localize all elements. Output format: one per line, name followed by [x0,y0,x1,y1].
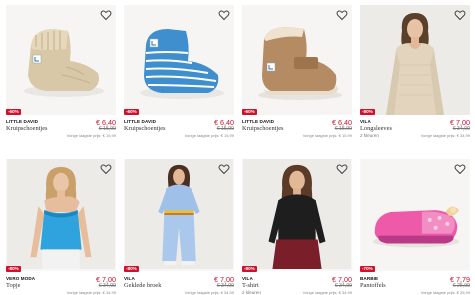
product-name: Longsleeves [360,125,392,132]
product-card[interactable]: -80% VILA Longsleeves 2 kleuren € 7,00 €… [360,5,470,145]
product-previous-price: Vorige laagste prijs: € 15,99 [66,132,116,138]
product-old-price: € 34,99 [452,126,470,132]
product-old-price: € 15,99 [334,126,352,132]
product-card[interactable]: -60% LITTLE DAVID Kruipschoentjes € 6,40… [124,5,234,145]
product-colors: 2 kleuren [242,289,261,295]
heart-outline-icon[interactable] [100,9,112,21]
product-previous-price: Vorige laagste prijs: € 34,99 [66,289,116,295]
product-image[interactable] [6,159,116,271]
product-old-price: € 15,99 [98,126,116,132]
discount-badge: -80% [6,266,21,272]
product-previous-price: Vorige laagste prijs: € 15,99 [184,132,234,138]
product-previous-price: Vorige laagste prijs: € 15,99 [302,132,352,138]
product-card[interactable]: -60% LITTLE DAVID Kruipschoentjes € 6,40… [242,5,352,145]
heart-outline-icon[interactable] [218,163,230,175]
product-old-price: € 15,99 [216,126,234,132]
product-image[interactable] [360,5,470,115]
product-info[interactable]: VILA T-shirt 2 kleuren € 7,00 € 34,99 Vo… [242,275,352,295]
product-brand: LITTLE DAVID [124,119,156,124]
product-name: T-shirt [242,282,259,289]
product-brand: VERO MODA [6,276,36,281]
product-name: Geklede broek [124,282,162,289]
product-old-price: € 25,99 [452,283,470,289]
product-name: Kruipschoentjes [242,125,284,132]
heart-outline-icon[interactable] [100,163,112,175]
product-info[interactable]: LITTLE DAVID Kruipschoentjes € 6,40 € 15… [242,118,352,146]
product-card[interactable]: -60% LITTLE DAVID Kruipschoentjes € 6,40… [6,5,116,145]
heart-outline-icon[interactable] [454,163,466,175]
heart-outline-icon[interactable] [336,9,348,21]
product-image[interactable] [6,5,116,115]
product-card[interactable]: -80% VILA T-shirt 2 kleuren € 7,00 € 34,… [242,159,352,295]
product-previous-price: Vorige laagste prijs: € 25,99 [420,289,470,295]
product-previous-price: Vorige laagste prijs: € 34,99 [184,289,234,295]
product-info[interactable]: LITTLE DAVID Kruipschoentjes € 6,40 € 15… [6,118,116,146]
heart-outline-icon[interactable] [454,9,466,21]
product-card[interactable]: -70% BARBIE Pantoffels € 7,79 € 25,99 Vo… [360,159,470,295]
product-grid: -60% LITTLE DAVID Kruipschoentjes € 6,40… [6,5,470,295]
product-colors: 2 kleuren [360,132,379,138]
discount-badge: -60% [242,109,257,115]
product-name: Kruipschoentjes [6,125,48,132]
product-image[interactable] [124,159,234,271]
product-old-price: € 34,99 [216,283,234,289]
product-brand: VILA [242,276,253,281]
discount-badge: -60% [6,109,21,115]
discount-badge: -70% [360,266,375,272]
heart-outline-icon[interactable] [218,9,230,21]
product-old-price: € 34,99 [98,283,116,289]
product-info[interactable]: VILA Geklede broek € 7,00 € 34,99 Vorige… [124,275,234,295]
discount-badge: -80% [242,266,257,272]
product-info[interactable]: VILA Longsleeves 2 kleuren € 7,00 € 34,9… [360,118,470,146]
product-info[interactable]: VERO MODA Topje € 7,00 € 34,99 Vorige la… [6,275,116,295]
product-previous-price: Vorige laagste prijs: € 34,99 [420,132,470,138]
heart-outline-icon[interactable] [336,163,348,175]
product-card[interactable]: -80% VILA Geklede broek € 7,00 € 34,99 V… [124,159,234,295]
product-brand: LITTLE DAVID [6,119,38,124]
discount-badge: -60% [124,109,139,115]
product-brand: VILA [124,276,135,281]
product-image[interactable] [124,5,234,115]
product-brand: VILA [360,119,371,124]
product-brand: LITTLE DAVID [242,119,274,124]
product-image[interactable] [360,159,470,271]
product-info[interactable]: LITTLE DAVID Kruipschoentjes € 6,40 € 15… [124,118,234,146]
product-name: Topje [6,282,21,289]
product-info[interactable]: BARBIE Pantoffels € 7,79 € 25,99 Vorige … [360,275,470,295]
product-previous-price: Vorige laagste prijs: € 34,99 [302,289,352,295]
product-card[interactable]: -80% VERO MODA Topje € 7,00 € 34,99 Vori… [6,159,116,295]
discount-badge: -80% [124,266,139,272]
discount-badge: -80% [360,109,375,115]
product-image[interactable] [242,159,352,271]
product-name: Pantoffels [360,282,386,289]
product-name: Kruipschoentjes [124,125,166,132]
product-old-price: € 34,99 [334,283,352,289]
product-brand: BARBIE [360,276,379,281]
product-image[interactable] [242,5,352,115]
